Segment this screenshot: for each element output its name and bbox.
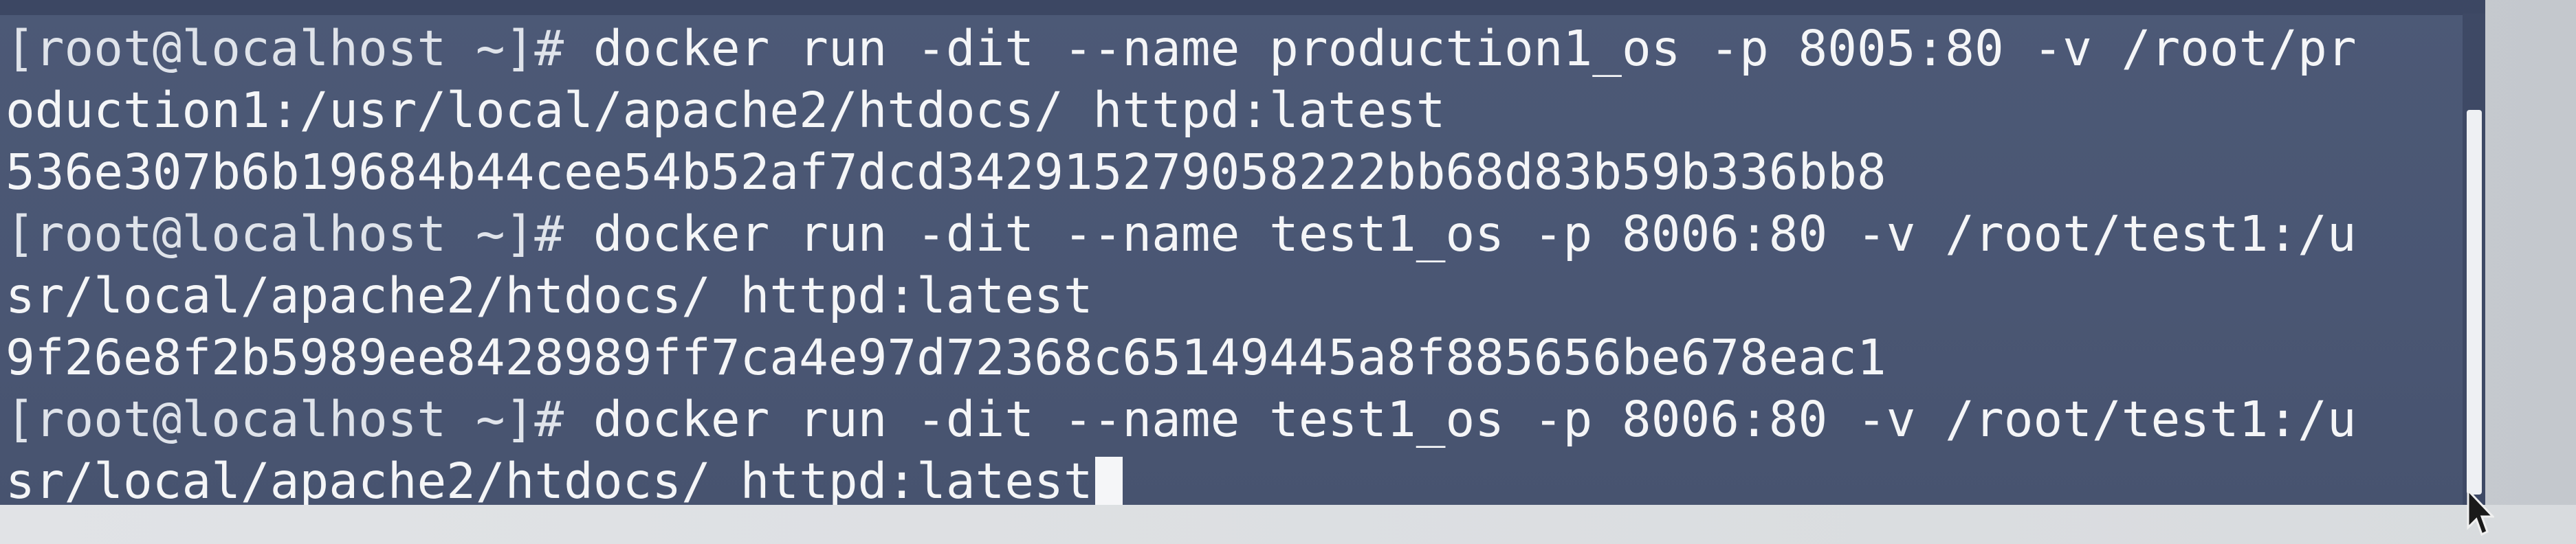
terminal-line-3: 536e307b6b19684b44cee54b52af7dcd34291527… xyxy=(5,141,1886,203)
scrollbar-thumb[interactable] xyxy=(2467,110,2482,495)
terminal-window[interactable]: [root@localhost ~]# docker run -dit --na… xyxy=(0,0,2485,505)
terminal-top-strip xyxy=(0,0,2485,15)
mouse-arrow-icon xyxy=(2467,489,2494,536)
text-cursor xyxy=(1094,457,1123,505)
shell-prompt: [root@localhost ~]# xyxy=(5,205,593,262)
terminal-line-5: sr/local/apache2/htdocs/ httpd:latest xyxy=(5,265,1093,327)
command-text: docker run -dit --name test1_os -p 8006:… xyxy=(593,391,2357,448)
terminal-line-1: [root@localhost ~]# docker run -dit --na… xyxy=(5,18,2357,80)
screen: [root@localhost ~]# docker run -dit --na… xyxy=(0,0,2576,544)
terminal-line-6: 9f26e8f2b5989ee8428989ff7ca4e97d72368c65… xyxy=(5,327,1886,389)
shell-prompt: [root@localhost ~]# xyxy=(5,391,593,448)
shell-prompt: [root@localhost ~]# xyxy=(5,20,593,77)
container-id-output: 536e307b6b19684b44cee54b52af7dcd34291527… xyxy=(5,144,1886,201)
container-id-output: 9f26e8f2b5989ee8428989ff7ca4e97d72368c65… xyxy=(5,329,1886,386)
terminal-line-4: [root@localhost ~]# docker run -dit --na… xyxy=(5,203,2357,265)
command-text: docker run -dit --name production1_os -p… xyxy=(593,20,2357,77)
terminal-line-8[interactable]: sr/local/apache2/htdocs/ httpd:latest xyxy=(5,451,1123,505)
current-command-input[interactable]: sr/local/apache2/htdocs/ httpd:latest xyxy=(5,453,1093,505)
terminal-line-2: oduction1:/usr/local/apache2/htdocs/ htt… xyxy=(5,80,1446,141)
terminal-line-7: [root@localhost ~]# docker run -dit --na… xyxy=(5,389,2357,451)
command-text: docker run -dit --name test1_os -p 8006:… xyxy=(593,205,2357,262)
command-text: oduction1:/usr/local/apache2/htdocs/ htt… xyxy=(5,82,1446,139)
command-text: sr/local/apache2/htdocs/ httpd:latest xyxy=(5,267,1093,324)
window-bottom-panel xyxy=(0,505,2576,544)
